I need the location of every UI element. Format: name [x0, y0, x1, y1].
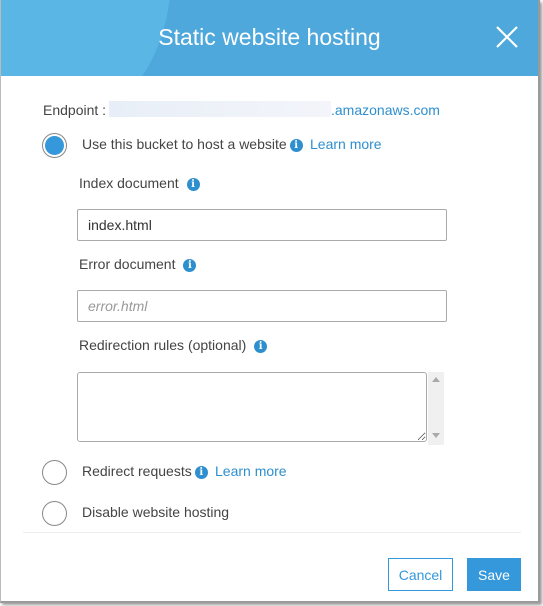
dialog-title: Static website hosting	[158, 24, 381, 50]
info-icon[interactable]: i	[186, 178, 200, 191]
redirection-rules-textarea[interactable]	[77, 372, 427, 442]
error-document-input[interactable]	[77, 290, 447, 322]
dialog-header: Static website hosting	[1, 0, 538, 76]
scroll-down-icon[interactable]	[432, 433, 440, 438]
close-icon[interactable]	[494, 24, 520, 50]
info-icon[interactable]: i	[194, 466, 208, 479]
endpoint-link[interactable]: .amazonaws.com	[331, 102, 440, 118]
radio-host-website[interactable]	[42, 133, 67, 158]
index-document-input[interactable]	[77, 209, 447, 241]
endpoint-redacted	[109, 101, 331, 117]
redirection-rules-label: Redirection rules (optional) i	[79, 337, 268, 353]
label-text: Error document	[79, 256, 176, 272]
learn-more-link[interactable]: Learn more	[215, 463, 287, 479]
info-icon[interactable]: i	[289, 139, 303, 152]
label-text: Index document	[79, 175, 179, 191]
static-website-hosting-dialog: Static website hosting Endpoint : .amazo…	[0, 0, 540, 603]
endpoint-label: Endpoint :	[43, 102, 107, 118]
option-label: Use this bucket to host a website	[82, 136, 287, 152]
learn-more-link[interactable]: Learn more	[310, 136, 382, 152]
info-icon[interactable]: i	[183, 259, 197, 272]
index-document-label: Index document i	[79, 175, 200, 191]
save-button[interactable]: Save	[467, 558, 521, 591]
radio-disable-hosting[interactable]	[42, 501, 67, 526]
option-host-website-label: Use this bucket to host a website i	[82, 136, 303, 152]
option-redirect-label: Redirect requests i	[82, 463, 208, 479]
label-text: Redirection rules (optional)	[79, 337, 247, 353]
option-disable-label: Disable website hosting	[82, 504, 230, 520]
scroll-up-icon[interactable]	[432, 377, 440, 382]
radio-redirect-requests[interactable]	[42, 460, 67, 485]
info-icon[interactable]: i	[254, 340, 268, 353]
cancel-button[interactable]: Cancel	[388, 558, 453, 591]
footer-divider	[23, 532, 521, 533]
error-document-label: Error document i	[79, 256, 197, 272]
textarea-scrollbar[interactable]	[428, 372, 444, 445]
option-label: Redirect requests	[82, 463, 192, 479]
